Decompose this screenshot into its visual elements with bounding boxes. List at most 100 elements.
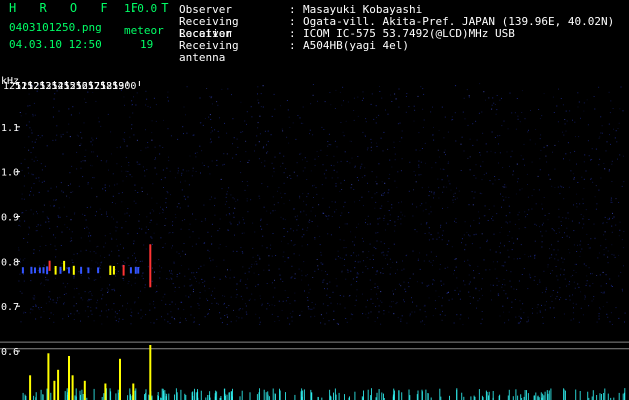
noise-pixel [438,236,440,238]
noise-pixel [610,201,612,203]
noise-pixel [185,318,187,320]
noise-pixel [166,191,168,192]
power-noise-bar [265,392,267,400]
noise-pixel [210,141,212,143]
noise-pixel [279,274,281,276]
noise-pixel [383,254,385,256]
noise-pixel [149,303,151,305]
noise-pixel [302,193,304,195]
noise-pixel [600,132,602,134]
noise-pixel [419,150,421,152]
noise-pixel [595,208,597,210]
noise-pixel [206,298,207,300]
noise-pixel [377,298,379,300]
noise-pixel [39,137,41,139]
noise-pixel [337,161,339,163]
noise-pixel [346,160,348,162]
noise-pixel [564,278,566,280]
noise-pixel [517,118,519,120]
noise-pixel [476,139,478,141]
noise-pixel [580,291,582,293]
power-noise-bar [470,396,472,400]
noise-pixel [228,305,230,306]
noise-pixel [557,121,559,123]
power-peak-bar [132,383,135,400]
power-noise-bar [344,394,345,400]
noise-pixel [309,129,311,131]
noise-pixel [100,276,102,278]
noise-pixel [359,167,361,169]
noise-pixel [95,100,97,102]
noise-pixel [621,185,623,187]
noise-pixel [257,99,259,101]
power-noise-bar [329,389,331,400]
spectrogram-background [0,74,629,400]
noise-pixel [105,304,107,306]
noise-pixel [38,191,40,193]
noise-pixel [224,203,226,205]
noise-pixel [353,252,355,254]
noise-pixel [356,177,358,178]
power-noise-bar [603,393,605,400]
noise-pixel [244,120,246,122]
noise-pixel [177,172,179,174]
noise-pixel [69,136,71,138]
noise-pixel [343,100,344,102]
noise-pixel [321,184,323,186]
noise-pixel [214,129,216,131]
noise-pixel [499,135,501,136]
noise-pixel [430,251,432,253]
noise-pixel [624,312,626,314]
noise-pixel [136,92,138,94]
noise-pixel [305,204,307,206]
power-noise-bar [535,392,537,400]
noise-pixel [293,208,295,210]
noise-pixel [573,177,575,179]
noise-pixel [340,182,342,184]
noise-pixel [468,317,469,319]
noise-pixel [197,303,199,305]
noise-pixel [408,190,410,192]
noise-pixel [472,297,474,299]
noise-pixel [366,149,368,151]
noise-pixel [180,228,182,230]
noise-pixel [615,198,617,200]
noise-pixel [517,115,519,117]
noise-pixel [301,236,303,238]
noise-pixel [354,236,356,238]
noise-pixel [609,112,611,114]
noise-pixel [560,221,562,222]
noise-pixel [46,279,47,281]
noise-pixel [465,244,467,246]
noise-pixel [550,296,552,297]
noise-pixel [113,303,115,305]
noise-pixel [324,101,326,103]
noise-pixel [472,144,474,146]
noise-pixel [341,104,343,106]
noise-pixel [451,298,453,300]
noise-pixel [362,91,364,93]
noise-pixel [32,113,34,115]
noise-pixel [563,198,565,200]
noise-pixel [594,196,596,198]
noise-pixel [23,312,25,314]
noise-pixel [266,247,268,249]
noise-pixel [301,279,303,281]
power-noise-bar [381,392,383,400]
noise-pixel [310,103,312,105]
noise-pixel [530,277,532,279]
noise-pixel [259,256,261,258]
noise-pixel [475,233,477,235]
noise-pixel [592,283,594,284]
noise-pixel [193,276,195,278]
noise-pixel [90,164,91,166]
noise-pixel [155,120,157,122]
noise-pixel [190,314,192,316]
noise-pixel [33,249,35,251]
noise-pixel [271,313,273,315]
noise-pixel [402,260,403,262]
noise-pixel [547,264,549,266]
noise-pixel [166,278,168,280]
noise-pixel [516,258,518,260]
noise-pixel [374,287,376,288]
